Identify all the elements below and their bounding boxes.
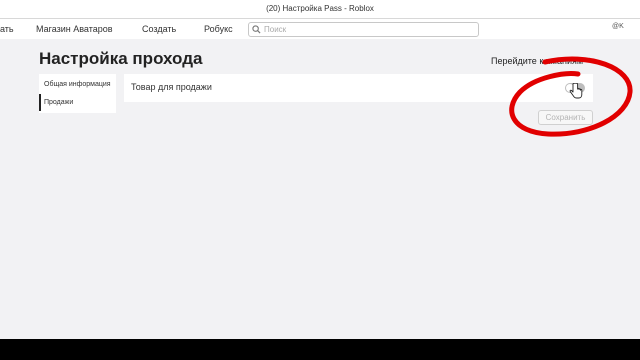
goto-arrow-icon: › (589, 54, 592, 64)
bottom-letterbox (0, 339, 640, 360)
page-title: Настройка прохода (39, 49, 203, 68)
search-input[interactable]: Поиск (248, 22, 479, 37)
nav-item-avatar-shop[interactable]: Магазин Аватаров (36, 19, 113, 39)
sales-panel: Товар для продажи (124, 74, 593, 102)
settings-sidebar: Общая информация Продажи (39, 74, 116, 113)
hand-cursor-icon (569, 83, 583, 99)
sidebar-item-general-info[interactable]: Общая информация (39, 76, 116, 93)
search-placeholder: Поиск (264, 25, 287, 34)
nav-item-cut[interactable]: ать (0, 19, 14, 39)
username-link[interactable]: @K (612, 23, 624, 30)
sidebar-item-sales[interactable]: Продажи (39, 94, 116, 111)
nav-item-robux[interactable]: Робукс (204, 19, 233, 39)
main-content: Настройка прохода Перейдите к иманиям › … (0, 39, 640, 339)
window-title: (20) Настройка Pass - Roblox (266, 4, 374, 13)
item-for-sale-label: Товар для продажи (131, 82, 212, 92)
goto-link[interactable]: Перейдите к иманиям (491, 56, 583, 66)
top-navigation: ать Магазин Аватаров Создать Робукс Поис… (0, 19, 640, 39)
window-title-bar: (20) Настройка Pass - Roblox (0, 0, 640, 19)
nav-item-create[interactable]: Создать (142, 19, 176, 39)
save-button[interactable]: Сохранить (538, 110, 593, 125)
search-icon (252, 25, 261, 34)
